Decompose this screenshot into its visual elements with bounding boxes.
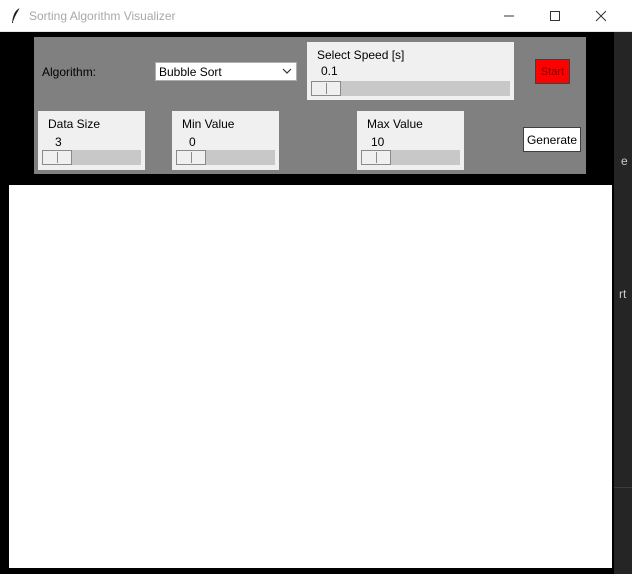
visualization-canvas: [9, 185, 612, 568]
title-bar[interactable]: Sorting Algorithm Visualizer: [0, 0, 632, 32]
minimize-icon: [504, 15, 514, 17]
min-value-title: Min Value: [182, 117, 235, 131]
chevron-down-icon: [282, 68, 292, 74]
close-icon: [595, 10, 607, 22]
start-button[interactable]: Start: [535, 59, 570, 84]
min-value-value: 0: [189, 135, 196, 149]
background-divider: [614, 487, 632, 488]
algorithm-label: Algorithm:: [42, 65, 97, 79]
speed-slider-thumb[interactable]: [311, 81, 341, 96]
background-editor-strip: e rt: [614, 32, 632, 574]
data-size-slider[interactable]: [42, 150, 141, 165]
min-value-slider-thumb[interactable]: [176, 150, 206, 165]
minimize-button[interactable]: [486, 0, 532, 32]
data-size-group: Data Size 3: [38, 111, 145, 170]
maximize-button[interactable]: [532, 0, 578, 32]
window-title: Sorting Algorithm Visualizer: [29, 9, 176, 23]
generate-button[interactable]: Generate: [523, 127, 581, 152]
algorithm-select[interactable]: Bubble Sort: [155, 62, 297, 81]
data-size-title: Data Size: [48, 117, 101, 131]
app-window: Sorting Algorithm Visualizer Algorithm: …: [0, 0, 632, 574]
close-button[interactable]: [578, 0, 624, 32]
min-value-group: Min Value 0: [172, 111, 279, 170]
speed-value: 0.1: [321, 64, 338, 78]
max-value-title: Max Value: [367, 117, 423, 131]
algorithm-select-value: Bubble Sort: [159, 65, 222, 79]
speed-slider[interactable]: [311, 81, 510, 96]
feather-icon: [12, 7, 21, 23]
maximize-icon: [550, 11, 560, 21]
max-value-group: Max Value 10: [357, 111, 464, 170]
min-value-slider[interactable]: [176, 150, 275, 165]
max-value-slider[interactable]: [361, 150, 460, 165]
speed-group: Select Speed [s] 0.1: [307, 42, 514, 100]
max-value-slider-thumb[interactable]: [361, 150, 391, 165]
speed-title: Select Speed [s]: [317, 48, 405, 62]
data-size-value: 3: [55, 135, 62, 149]
max-value-value: 10: [371, 135, 385, 149]
background-text-fragment: rt: [619, 287, 627, 301]
data-size-slider-thumb[interactable]: [42, 150, 72, 165]
background-text-fragment: e: [621, 154, 628, 168]
